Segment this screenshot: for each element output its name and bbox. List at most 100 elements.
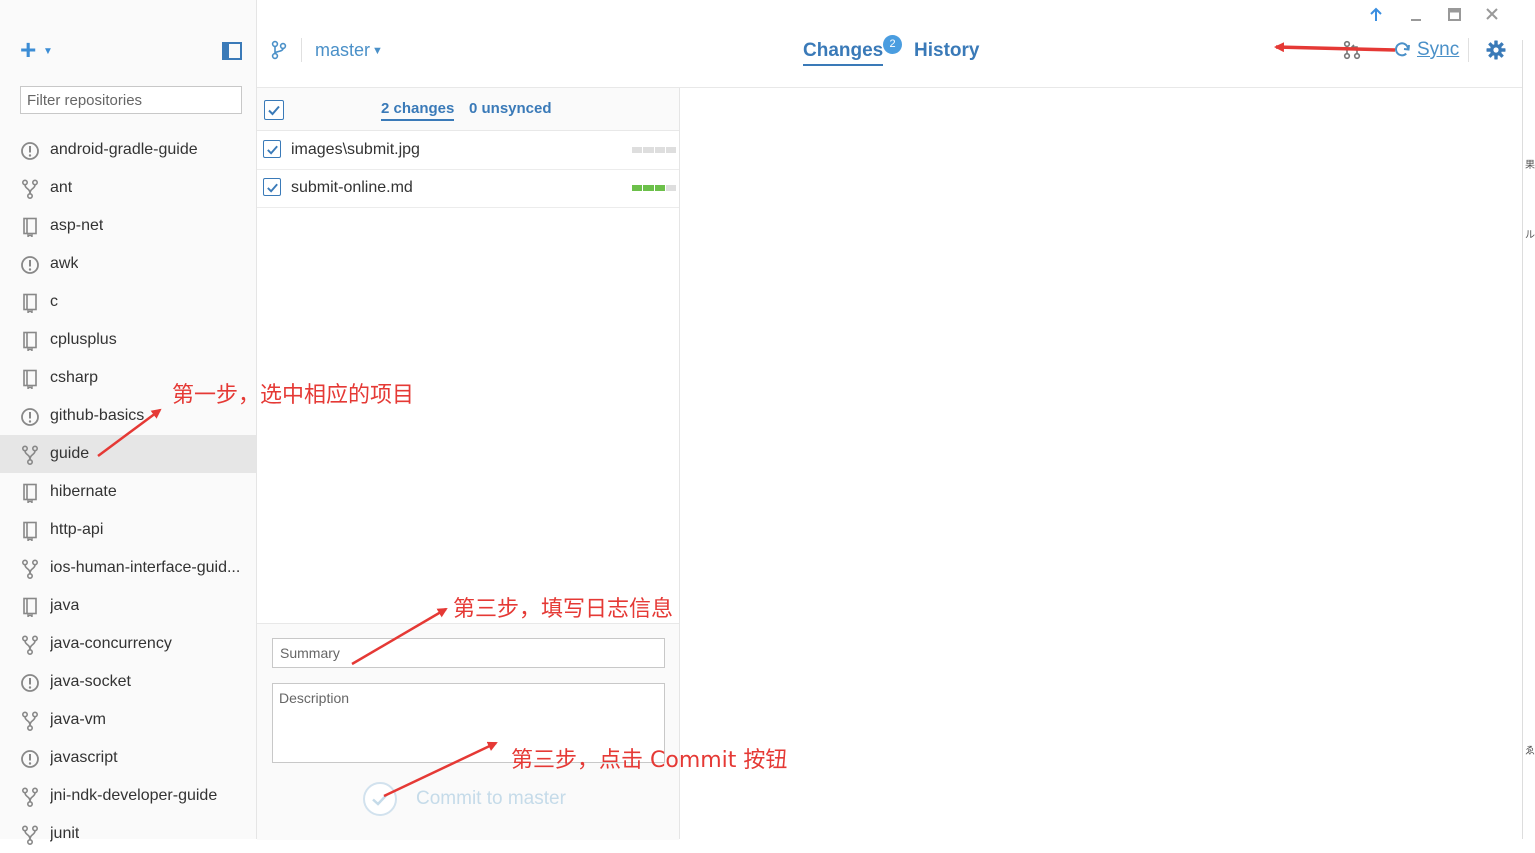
diff-added-segment (654, 185, 665, 191)
maximize-icon[interactable] (1443, 4, 1465, 26)
repository-item[interactable]: guide (0, 435, 256, 473)
unsynced-count-tab[interactable]: 0 unsynced (469, 100, 552, 117)
select-all-checkbox[interactable] (264, 100, 284, 120)
add-repository-button[interactable]: + ▼ (20, 36, 56, 64)
repository-sidebar: + ▼ android-gradle-guide ant asp-net awk c cp… (0, 0, 257, 846)
repository-label: awk (50, 255, 79, 272)
repository-label: guide (50, 445, 90, 462)
repository-item[interactable]: cplusplus (0, 321, 256, 359)
fork-icon (20, 179, 40, 200)
commit-form: Commit to master (257, 623, 679, 840)
repository-item[interactable]: java (0, 587, 256, 625)
diff-neutral-segment (632, 147, 643, 153)
changes-count-tab[interactable]: 2 changes (381, 100, 455, 121)
repository-list: android-gradle-guide ant asp-net awk c cplusp… (0, 131, 256, 853)
plus-icon: + (20, 34, 37, 65)
diff-added-segment (643, 185, 654, 191)
repository-item[interactable]: awk (0, 245, 256, 283)
tab-history[interactable]: History (914, 40, 979, 62)
file-row[interactable]: submit-online.md (257, 169, 679, 208)
repository-label: csharp (50, 369, 99, 386)
repository-label: java-vm (50, 711, 107, 728)
changes-panel: 2 changes 0 unsynced images\submit.jpg s… (257, 88, 680, 840)
diff-stat-bar (632, 185, 676, 191)
diff-neutral-segment (643, 147, 654, 153)
repository-item[interactable]: junit (0, 815, 256, 853)
repository-item[interactable]: java-socket (0, 663, 256, 701)
divider (1468, 38, 1469, 62)
repository-label: github-basics (50, 407, 145, 424)
edge-char: ル (1525, 230, 1535, 241)
file-name: submit-online.md (291, 179, 413, 196)
alert-icon (20, 255, 40, 275)
minimize-icon[interactable] (1405, 4, 1427, 26)
commit-button[interactable]: Commit to master (362, 780, 582, 818)
branch-selector[interactable]: master ▼ (315, 40, 383, 61)
repository-item[interactable]: android-gradle-guide (0, 131, 256, 169)
pull-request-icon[interactable] (1343, 40, 1361, 60)
edge-char: ゑ (1525, 746, 1535, 757)
gear-icon[interactable] (1486, 40, 1506, 60)
fork-icon (20, 445, 40, 466)
commit-check-icon (363, 782, 397, 816)
alert-icon (20, 407, 40, 427)
annotation-step-1: 第一步，选中相应的项目 (172, 383, 415, 408)
arrow-up-icon[interactable] (1365, 4, 1387, 26)
repo-book-icon (20, 597, 40, 618)
repository-item[interactable]: java-concurrency (0, 625, 256, 663)
fork-icon (20, 635, 40, 656)
file-row[interactable]: images\submit.jpg (257, 131, 679, 170)
repository-item[interactable]: jni-ndk-developer-guide (0, 777, 256, 815)
repository-label: cplusplus (50, 331, 117, 348)
filter-repositories-input[interactable] (20, 86, 242, 114)
repository-item[interactable]: java-vm (0, 701, 256, 739)
repo-book-icon (20, 331, 40, 352)
diff-neutral-segment (654, 147, 665, 153)
repository-item[interactable]: ios-human-interface-guid... (0, 549, 256, 587)
repository-item[interactable]: http-api (0, 511, 256, 549)
commit-button-label: Commit to master (416, 788, 566, 809)
repo-book-icon (20, 521, 40, 542)
diff-added-segment (632, 185, 643, 191)
repository-item[interactable]: ant (0, 169, 256, 207)
diff-neutral-segment (665, 147, 676, 153)
repository-label: javascript (50, 749, 118, 766)
annotation-step-3: 第三步，点击 Commit 按钮 (511, 748, 788, 773)
fork-icon (20, 559, 40, 580)
changes-header: 2 changes 0 unsynced (257, 88, 679, 131)
repository-item[interactable]: asp-net (0, 207, 256, 245)
repository-label: http-api (50, 521, 104, 538)
repo-book-icon (20, 217, 40, 238)
repository-label: c (50, 293, 58, 310)
repo-book-icon (20, 369, 40, 390)
summary-input[interactable] (272, 638, 665, 668)
sync-icon (1395, 42, 1410, 57)
repository-label: junit (50, 825, 80, 842)
tab-changes[interactable]: Changes (803, 40, 884, 66)
repository-label: asp-net (50, 217, 104, 234)
repo-book-icon (20, 293, 40, 314)
file-checkbox[interactable] (263, 178, 281, 196)
repository-label: java (50, 597, 80, 614)
fork-icon (20, 787, 40, 808)
branch-name: master (315, 40, 371, 60)
repository-label: ios-human-interface-guid... (50, 559, 241, 576)
repo-book-icon (20, 483, 40, 504)
repository-label: jni-ndk-developer-guide (50, 787, 218, 804)
annotation-step-2: 第三步，填写日志信息 (453, 597, 674, 622)
file-checkbox[interactable] (263, 140, 281, 158)
sidebar-toggle-icon[interactable] (222, 42, 242, 60)
file-name: images\submit.jpg (291, 141, 420, 158)
close-icon[interactable] (1481, 4, 1503, 26)
alert-icon (20, 141, 40, 161)
repository-item[interactable]: javascript (0, 739, 256, 777)
diff-neutral-segment (665, 185, 676, 191)
window-controls (1335, 0, 1535, 30)
repository-item[interactable]: c (0, 283, 256, 321)
repository-label: android-gradle-guide (50, 141, 198, 158)
repository-label: hibernate (50, 483, 117, 500)
repository-label: ant (50, 179, 73, 196)
diff-stat-bar (632, 147, 676, 153)
fork-icon (20, 711, 40, 732)
repository-item[interactable]: hibernate (0, 473, 256, 511)
